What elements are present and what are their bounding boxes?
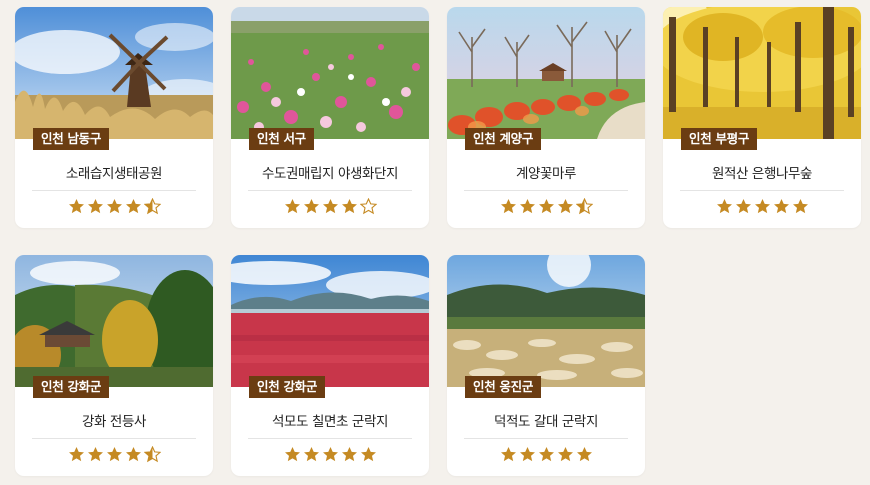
red-salt-marsh-photo: [231, 255, 429, 387]
attraction-card[interactable]: 인천 계양구 계양꽃마루: [447, 7, 645, 228]
star-filled-icon: [284, 447, 300, 462]
star-filled-icon: [500, 199, 516, 214]
star-half-icon: [143, 446, 161, 463]
star-filled-icon: [735, 199, 751, 214]
divider: [680, 190, 844, 191]
attraction-title[interactable]: 덕적도 갈대 군락지: [447, 410, 645, 430]
district-badge: 인천 옹진군: [465, 376, 542, 398]
star-rating: [447, 198, 645, 218]
attraction-title[interactable]: 소래습지생태공원: [15, 162, 213, 182]
star-filled-icon: [500, 447, 516, 462]
district-badge: 인천 강화군: [33, 376, 110, 398]
windmill-photo: [15, 7, 213, 139]
star-filled-icon: [716, 199, 732, 214]
star-rating: [15, 446, 213, 466]
star-filled-icon: [754, 199, 770, 214]
attraction-title[interactable]: 계양꽃마루: [447, 162, 645, 182]
attraction-card[interactable]: 인천 강화군 강화 전등사: [15, 255, 213, 476]
divider: [32, 438, 196, 439]
ginkgo-forest-photo: [663, 7, 861, 139]
attraction-grid: 인천 남동구 소래습지생태공원 인천 서구 수도권매립지 야생화단지 인천 계양…: [0, 0, 870, 485]
star-filled-icon: [322, 447, 338, 462]
star-filled-icon: [519, 199, 535, 214]
star-rating: [663, 198, 861, 218]
star-filled-icon: [303, 447, 319, 462]
star-filled-icon: [341, 199, 357, 214]
star-filled-icon: [538, 447, 554, 462]
star-half-icon: [143, 198, 161, 215]
star-filled-icon: [773, 199, 789, 214]
star-rating: [231, 198, 429, 218]
attraction-title[interactable]: 강화 전등사: [15, 410, 213, 430]
district-badge: 인천 계양구: [465, 128, 542, 150]
attraction-title[interactable]: 원적산 은행나무숲: [663, 162, 861, 182]
district-badge: 인천 서구: [249, 128, 314, 150]
attraction-card[interactable]: 인천 옹진군 덕적도 갈대 군락지: [447, 255, 645, 476]
district-badge: 인천 남동구: [33, 128, 110, 150]
attraction-title[interactable]: 수도권매립지 야생화단지: [231, 162, 429, 182]
star-filled-icon: [576, 447, 592, 462]
temple-autumn-photo: [15, 255, 213, 387]
star-half-icon: [575, 198, 593, 215]
reed-field-photo: [447, 255, 645, 387]
star-filled-icon: [303, 199, 319, 214]
star-empty-icon: [359, 198, 377, 215]
district-badge: 인천 부평구: [681, 128, 758, 150]
attraction-card[interactable]: 인천 서구 수도권매립지 야생화단지: [231, 7, 429, 228]
star-filled-icon: [87, 199, 103, 214]
red-bushes-park-photo: [447, 7, 645, 139]
divider: [32, 190, 196, 191]
district-badge: 인천 강화군: [249, 376, 326, 398]
star-filled-icon: [341, 447, 357, 462]
star-filled-icon: [538, 199, 554, 214]
divider: [464, 438, 628, 439]
star-filled-icon: [87, 447, 103, 462]
star-filled-icon: [557, 199, 573, 214]
star-filled-icon: [360, 447, 376, 462]
star-rating: [15, 198, 213, 218]
star-filled-icon: [125, 199, 141, 214]
attraction-card[interactable]: 인천 강화군 석모도 칠면초 군락지: [231, 255, 429, 476]
star-filled-icon: [792, 199, 808, 214]
star-filled-icon: [322, 199, 338, 214]
attraction-card[interactable]: 인천 남동구 소래습지생태공원: [15, 7, 213, 228]
star-rating: [447, 446, 645, 466]
divider: [248, 438, 412, 439]
attraction-card[interactable]: 인천 부평구 원적산 은행나무숲: [663, 7, 861, 228]
star-filled-icon: [284, 199, 300, 214]
cosmos-field-photo: [231, 7, 429, 139]
star-filled-icon: [557, 447, 573, 462]
star-filled-icon: [68, 447, 84, 462]
star-filled-icon: [519, 447, 535, 462]
divider: [248, 190, 412, 191]
star-filled-icon: [106, 199, 122, 214]
star-rating: [231, 446, 429, 466]
divider: [464, 190, 628, 191]
star-filled-icon: [106, 447, 122, 462]
star-filled-icon: [125, 447, 141, 462]
star-filled-icon: [68, 199, 84, 214]
attraction-title[interactable]: 석모도 칠면초 군락지: [231, 410, 429, 430]
